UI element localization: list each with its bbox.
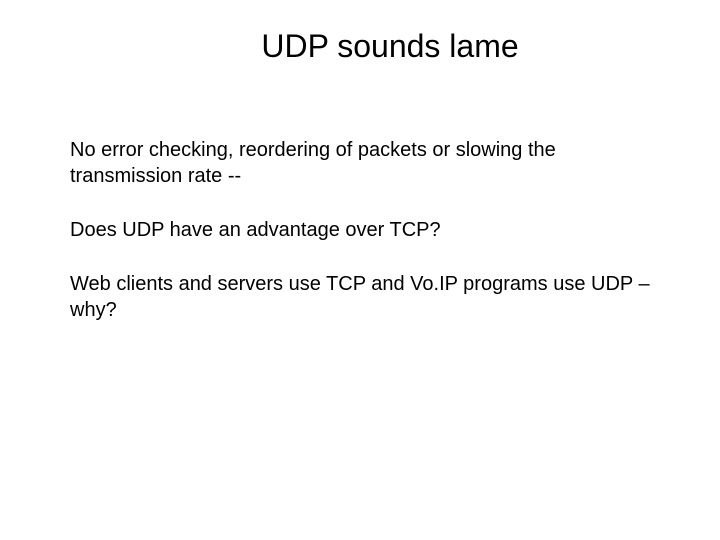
paragraph: No error checking, reordering of packets…: [70, 137, 650, 189]
slide-container: UDP sounds lame No error checking, reord…: [0, 0, 720, 540]
paragraph: Does UDP have an advantage over TCP?: [70, 217, 650, 243]
slide-body: No error checking, reordering of packets…: [70, 137, 650, 323]
paragraph: Web clients and servers use TCP and Vo.I…: [70, 271, 650, 323]
slide-title: UDP sounds lame: [130, 28, 650, 65]
